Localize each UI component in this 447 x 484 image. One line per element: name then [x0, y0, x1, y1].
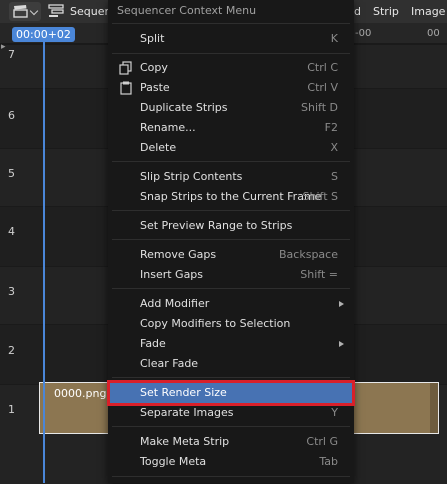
menu-item-shortcut: Backspace [279, 248, 338, 261]
channel-number: 7 [8, 48, 15, 61]
menu-item-separate-images[interactable]: Separate Images Y [110, 403, 352, 423]
menu-separator [112, 53, 350, 54]
playhead-line[interactable] [43, 40, 45, 483]
ruler-tick: -00 [355, 28, 372, 39]
menu-item-label: Snap Strips to the Current Frame [140, 190, 322, 203]
menu-item-delete[interactable]: Delete X [110, 138, 352, 158]
menu-item-shortcut: Ctrl G [306, 435, 338, 448]
menu-item-shortcut: Shift D [301, 101, 338, 114]
menu-item-label: Rename... [140, 121, 196, 134]
ruler-tick: 00 [427, 28, 440, 39]
menu-item-add-modifier[interactable]: Add Modifier [110, 294, 352, 314]
menu-item-copy[interactable]: Copy Ctrl C [110, 58, 352, 78]
menu-item-rename[interactable]: Rename... F2 [110, 118, 352, 138]
paste-icon [120, 81, 132, 95]
menu-item-toggle-meta[interactable]: Toggle Meta Tab [110, 452, 352, 472]
menu-item-label: Set Render Size [140, 386, 227, 399]
menu-item-shortcut: Tab [319, 455, 338, 468]
menu-item-label: Copy [140, 61, 168, 74]
menu-item-label: Slip Strip Contents [140, 170, 243, 183]
current-time-indicator[interactable]: 00:00+02 [12, 27, 75, 42]
strip-label: 0000.png [54, 387, 107, 400]
menu-item-shortcut: Shift = [300, 268, 338, 281]
menu-item-paste[interactable]: Paste Ctrl V [110, 78, 352, 98]
chevron-down-icon [29, 6, 39, 16]
menu-item-slip-strip-contents[interactable]: Slip Strip Contents S [110, 167, 352, 187]
menu-separator [112, 377, 350, 378]
menu-item-label: Paste [140, 81, 170, 94]
menu-separator [112, 239, 350, 240]
menu-item-label: Fade [140, 337, 166, 350]
menu-item-shortcut: X [330, 141, 338, 154]
menu-separator [112, 23, 350, 24]
channel-number: 5 [8, 167, 15, 180]
channel-number: 2 [8, 344, 15, 357]
menu-separator [112, 476, 350, 477]
menu-item-label: Duplicate Strips [140, 101, 228, 114]
editor-type-dropdown[interactable] [9, 2, 41, 21]
menu-item-label: Toggle Meta [140, 455, 207, 468]
menu-item-clear-fade[interactable]: Clear Fade [110, 354, 352, 374]
menu-item-label: Add Modifier [140, 297, 210, 310]
menu-item-split[interactable]: Split K [110, 29, 352, 49]
menu-item-label: Separate Images [140, 406, 234, 419]
header-menu-strip[interactable]: Strip [373, 5, 399, 18]
menu-item-label: Copy Modifiers to Selection [140, 317, 291, 330]
clapperboard-icon [13, 5, 28, 18]
menu-item-shortcut: Ctrl C [307, 61, 338, 74]
menu-item-label: Clear Fade [140, 357, 199, 370]
channel-number: 4 [8, 225, 15, 238]
menu-item-label: Set Preview Range to Strips [140, 219, 293, 232]
channel-number: 3 [8, 285, 15, 298]
menu-item-shortcut: Shift S [302, 190, 338, 203]
header-menu-image[interactable]: Image [411, 5, 445, 18]
strip-right-handle[interactable] [430, 383, 438, 433]
copy-icon [119, 61, 132, 75]
menu-separator [112, 426, 350, 427]
submenu-arrow-icon [339, 341, 344, 347]
menu-item-fade[interactable]: Fade [110, 334, 352, 354]
expand-arrow-icon[interactable]: ▸ [1, 42, 6, 52]
menu-item-label: Split [140, 32, 165, 45]
menu-item-shortcut: Y [331, 406, 338, 419]
menu-separator [112, 210, 350, 211]
sequencer-icon [48, 4, 64, 17]
menu-item-label: Delete [140, 141, 177, 154]
menu-item-remove-gaps[interactable]: Remove Gaps Backspace [110, 245, 352, 265]
sequencer-context-menu: Sequencer Context Menu Split K Copy Ctrl… [107, 0, 355, 483]
channel-number: 6 [8, 109, 15, 122]
menu-item-shortcut: F2 [324, 121, 338, 134]
menu-item-snap-strips[interactable]: Snap Strips to the Current Frame Shift S [110, 187, 352, 207]
menu-item-shortcut: K [330, 32, 338, 45]
menu-title: Sequencer Context Menu [117, 4, 257, 17]
menu-item-label: Make Meta Strip [140, 435, 230, 448]
menu-item-label: Remove Gaps [140, 248, 217, 261]
menu-item-set-preview-range[interactable]: Set Preview Range to Strips [110, 216, 352, 236]
menu-item-label: Insert Gaps [140, 268, 204, 281]
menu-separator [112, 288, 350, 289]
menu-item-shortcut: Ctrl V [307, 81, 338, 94]
menu-separator [112, 161, 350, 162]
header-menu-add[interactable]: d [354, 5, 361, 18]
submenu-arrow-icon [339, 301, 344, 307]
menu-item-duplicate-strips[interactable]: Duplicate Strips Shift D [110, 98, 352, 118]
menu-item-copy-modifiers[interactable]: Copy Modifiers to Selection [110, 314, 352, 334]
menu-item-make-meta-strip[interactable]: Make Meta Strip Ctrl G [110, 432, 352, 452]
menu-item-insert-gaps[interactable]: Insert Gaps Shift = [110, 265, 352, 285]
menu-item-shortcut: S [331, 170, 338, 183]
channel-number: 1 [8, 403, 15, 416]
menu-item-set-render-size[interactable]: Set Render Size [107, 380, 355, 406]
